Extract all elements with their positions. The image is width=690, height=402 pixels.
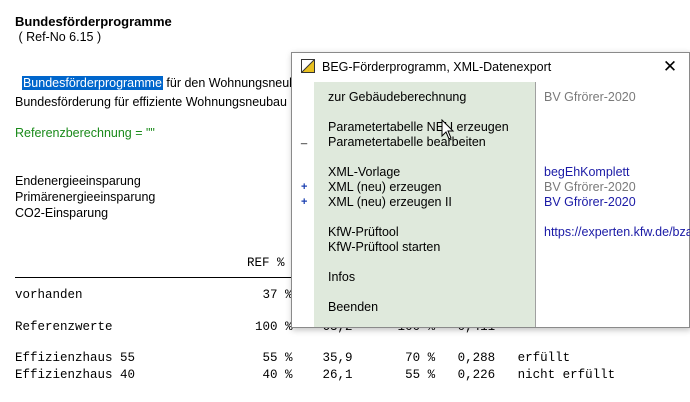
table-divider: [15, 277, 295, 278]
ref-number: ( Ref-No 6.15 ): [15, 30, 102, 44]
menu-item-exit[interactable]: Beenden: [328, 300, 378, 314]
table-row: Effizienzhaus 55 55 % 35,9 70 % 0,288 er…: [15, 351, 571, 365]
close-icon[interactable]: ✕: [659, 56, 681, 78]
page-title: Bundesförderprogramme: [15, 14, 172, 29]
plus-marker: +: [301, 181, 308, 193]
menu-value-project: BV Gfrörer-2020: [544, 195, 636, 209]
export-dialog: BEG-Förderprogramm, XML-Datenexport ✕ zu…: [291, 52, 690, 328]
menu-marker: _: [301, 133, 308, 145]
savings-end-energy: Endenergieeinsparung: [15, 174, 141, 188]
kfw-tool-url[interactable]: https://experten.kfw.de/bza: [544, 225, 690, 239]
menu-item-xml-template[interactable]: XML-Vorlage: [328, 165, 400, 179]
savings-co2: CO2-Einsparung: [15, 206, 109, 220]
menu-item-building-calc[interactable]: zur Gebäudeberechnung: [328, 90, 466, 104]
savings-primary-energy: Primärenergieeinsparung: [15, 190, 156, 204]
menu-value-template: begEhKomplett: [544, 165, 630, 179]
menu-item-param-table-new[interactable]: Parametertabelle NEU erzeugen: [328, 120, 509, 134]
reference-calc-link[interactable]: Referenzberechnung = "": [15, 126, 155, 140]
selected-text[interactable]: Bundesförderprogramme: [21, 76, 163, 90]
table-row: vorhanden 37 %: [15, 288, 293, 302]
menu-item-xml-create-2[interactable]: XML (neu) erzeugen II: [328, 195, 452, 209]
app-icon: [301, 59, 315, 73]
menu-item-info[interactable]: Infos: [328, 270, 355, 284]
funding-line: Bundesförderung für effiziente Wohnungsn…: [15, 95, 287, 109]
menu-value-project: BV Gfrörer-2020: [544, 180, 636, 194]
program-line-rest: für den Wohnungsneub: [162, 76, 297, 90]
mouse-cursor-icon: [441, 119, 455, 140]
menu-item-xml-create[interactable]: XML (neu) erzeugen: [328, 180, 442, 194]
table-row: Effizienzhaus 40 40 % 26,1 55 % 0,226 ni…: [15, 368, 616, 382]
dialog-titlebar[interactable]: BEG-Förderprogramm, XML-Datenexport ✕: [292, 53, 689, 82]
menu-item-param-table-edit[interactable]: Parametertabelle bearbeiten: [328, 135, 486, 149]
program-line[interactable]: Bundesförderprogramme für den Wohnungsne…: [15, 62, 296, 90]
dialog-title: BEG-Förderprogramm, XML-Datenexport: [322, 60, 552, 74]
menu-value-project: BV Gfrörer-2020: [544, 90, 636, 104]
plus-marker: +: [301, 196, 308, 208]
table-header: REF %: [247, 256, 285, 270]
menu-item-kfw-tool[interactable]: KfW-Prüftool: [328, 225, 399, 239]
menu-item-kfw-tool-start[interactable]: KfW-Prüftool starten: [328, 240, 440, 254]
